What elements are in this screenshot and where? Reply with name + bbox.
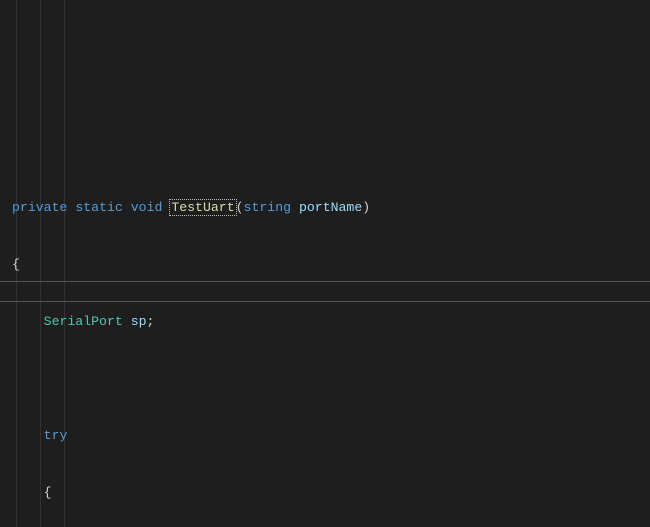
highlight-line-top xyxy=(0,281,650,282)
code-line: private static void TestUart(string port… xyxy=(10,198,650,217)
type: SerialPort xyxy=(44,314,123,329)
variable: sp xyxy=(131,314,147,329)
parameter: portName xyxy=(299,200,362,215)
keyword: try xyxy=(44,428,68,443)
code-line xyxy=(10,369,650,388)
keyword: static xyxy=(75,200,122,215)
code-line: { xyxy=(10,483,650,502)
code-editor: private static void TestUart(string port… xyxy=(0,0,650,527)
method-name: TestUart xyxy=(169,199,236,216)
keyword: string xyxy=(244,200,291,215)
keyword: private xyxy=(12,200,67,215)
code-line: SerialPort sp; xyxy=(10,312,650,331)
keyword: void xyxy=(131,200,163,215)
code-line: try xyxy=(10,426,650,445)
highlight-line-bottom xyxy=(0,301,650,302)
code-line: { xyxy=(10,255,650,274)
